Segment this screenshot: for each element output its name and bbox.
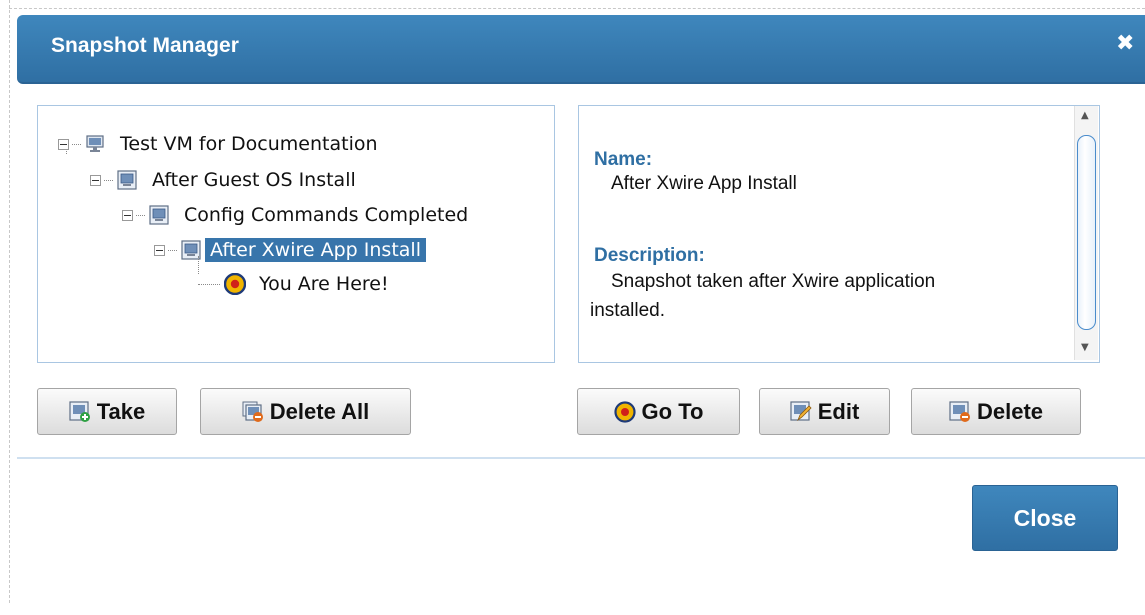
description-line-2: installed. [590,300,665,321]
tree-node-root[interactable]: Test VM for Documentation [58,130,383,158]
snapshot-manager-dialog: Snapshot Manager ✖ Test VM for Documenta… [17,15,1145,615]
name-heading: Name: [594,149,653,170]
description-line-1: Snapshot taken after Xwire application [611,271,936,292]
page-border-top [9,8,1145,9]
dialog-titlebar[interactable]: Snapshot Manager ✖ [17,15,1145,84]
tree-node-current[interactable]: You Are Here! [198,270,394,298]
tree-connector [168,249,177,251]
close-button[interactable]: Close [972,485,1118,551]
collapse-icon[interactable] [122,209,133,221]
take-label: Take [96,398,146,424]
edit-label: Edit [817,398,860,424]
tree-node-label: Test VM for Documentation [120,133,378,155]
tree-node-snapshot-selected[interactable]: After Xwire App Install [154,236,426,264]
footer-divider [17,457,1145,459]
edit-button[interactable]: Edit [759,388,890,435]
snapshot-icon [149,205,169,225]
edit-icon [790,400,812,421]
tree-connector [198,283,220,285]
scroll-up-icon[interactable]: ▲ [1081,110,1089,121]
name-value: After Xwire App Install [611,173,797,194]
collapse-icon[interactable] [154,244,165,256]
scroll-thumb[interactable] [1077,135,1096,330]
tree-node-label: Config Commands Completed [184,204,469,226]
tree-connector [72,143,81,145]
collapse-icon[interactable] [90,174,101,186]
current-location-icon [224,273,246,295]
page-border-left [9,0,10,603]
vm-icon [86,135,104,152]
description-heading: Description: [594,245,705,266]
dialog-title: Snapshot Manager [51,34,239,57]
take-snapshot-icon [69,400,90,422]
scroll-down-icon[interactable]: ▼ [1081,342,1089,353]
tree-connector [104,179,113,181]
snapshot-tree[interactable]: Test VM for Documentation After Guest OS… [37,105,555,363]
delete-button[interactable]: Delete [911,388,1081,435]
delete-all-icon [242,401,263,422]
delete-all-label: Delete All [269,398,370,424]
tree-connector [136,214,145,216]
current-location-icon [613,400,636,423]
go-to-label: Go To [641,398,704,424]
collapse-icon[interactable] [58,138,69,150]
snapshot-icon [117,170,137,190]
details-scrollbar[interactable]: ▲ ▼ [1074,106,1098,360]
go-to-button[interactable]: Go To [577,388,740,435]
tree-node-snapshot[interactable]: After Guest OS Install [90,166,361,194]
tree-node-label: You Are Here! [259,273,389,295]
close-icon[interactable]: ✖ [1116,31,1134,56]
delete-all-button[interactable]: Delete All [200,388,411,435]
delete-label: Delete [976,398,1044,424]
tree-node-label: After Guest OS Install [152,169,356,191]
snapshot-details: Name: After Xwire App Install Descriptio… [578,105,1100,363]
tree-node-snapshot[interactable]: Config Commands Completed [122,201,473,229]
tree-node-label: After Xwire App Install [205,238,426,262]
take-button[interactable]: Take [37,388,177,435]
delete-snapshot-icon [949,400,970,422]
